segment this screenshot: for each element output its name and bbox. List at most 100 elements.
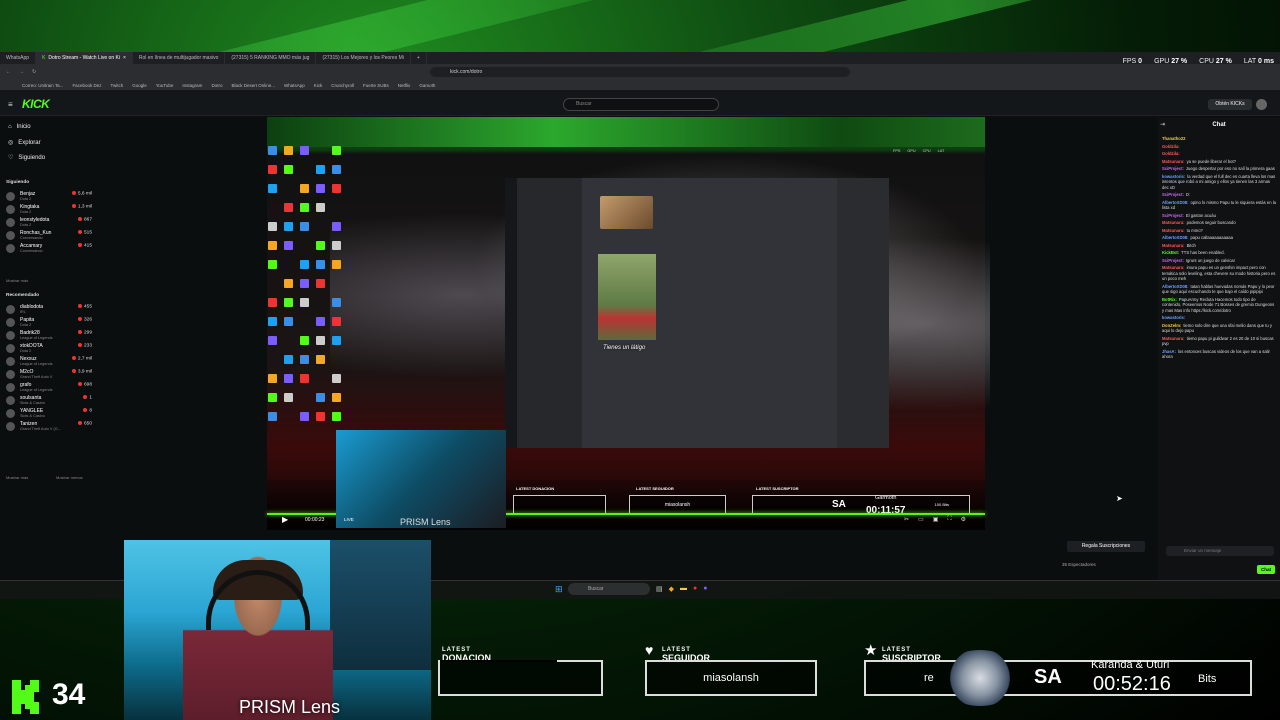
sidebar-item-siguiendo[interactable]: ♡ Siguiendo bbox=[8, 154, 45, 162]
app-icon[interactable]: ● bbox=[693, 585, 697, 593]
chat-username[interactable]: AlbertoXD08: bbox=[1162, 235, 1189, 240]
bookmark[interactable]: Black Desert Online... bbox=[231, 83, 275, 88]
chat-username[interactable]: Thanatho22 bbox=[1162, 136, 1186, 141]
reload-icon[interactable]: ↻ bbox=[32, 69, 36, 75]
channel-item[interactable]: M2cO Grand Theft Auto V 3,9 mil bbox=[6, 369, 92, 381]
bookmark[interactable]: Gamoth bbox=[419, 83, 435, 88]
task-view-icon[interactable]: ▤ bbox=[656, 585, 663, 593]
channel-item[interactable]: leonstyledota Dota 2 867 bbox=[6, 217, 92, 229]
sidebar-item-explorar[interactable]: ◎ Explorar bbox=[8, 139, 41, 147]
bookmark[interactable]: Correo: Unitrain Ta... bbox=[22, 83, 63, 88]
channel-game: Dota 2 bbox=[20, 349, 32, 353]
chat-username[interactable]: Matsunaru: bbox=[1162, 220, 1185, 225]
browser-tab[interactable]: WhatsApp bbox=[0, 52, 37, 64]
channel-item[interactable]: YANGLEE Slots & Casino 8 bbox=[6, 408, 92, 420]
browser-tab[interactable]: Rol en línea de multijugador masivo bbox=[133, 52, 226, 64]
inner-fps: FPS bbox=[893, 149, 901, 153]
show-less-link[interactable]: Mostrar menos bbox=[56, 475, 83, 480]
settings-icon[interactable]: ⚙ bbox=[961, 516, 966, 523]
channel-item[interactable]: Tanizen Grand Theft Auto V (G... 650 bbox=[6, 421, 92, 433]
kick-logo[interactable]: KICK bbox=[22, 97, 50, 111]
channel-item[interactable]: Kingtaka Dota 2 1,3 mil bbox=[6, 204, 92, 216]
sidebar-item-inicio[interactable]: ⌂ Inicio bbox=[8, 124, 31, 130]
channel-viewers: 455 bbox=[78, 304, 92, 309]
browser-tab-active[interactable]: K Dotro Stream - Watch Live on Ki × bbox=[36, 52, 133, 64]
pip-icon[interactable]: ▣ bbox=[933, 516, 939, 523]
avatar[interactable] bbox=[1256, 99, 1267, 110]
windows-start-icon[interactable]: ⊞ bbox=[555, 584, 563, 595]
bookmark[interactable]: Kick bbox=[314, 83, 323, 88]
close-icon[interactable]: × bbox=[123, 55, 126, 61]
bookmark[interactable]: Crunchyroll bbox=[331, 83, 354, 88]
desktop-icon bbox=[268, 260, 277, 269]
chat-input[interactable]: Enviar un mensaje bbox=[1166, 546, 1274, 556]
chat-username[interactable]: AlbertoXD08: bbox=[1162, 200, 1189, 205]
chat-username[interactable]: Goldzila: bbox=[1162, 144, 1180, 149]
bookmark[interactable]: Twitch bbox=[110, 83, 123, 88]
play-icon[interactable]: ▶ bbox=[282, 515, 288, 524]
search-input[interactable]: Buscar bbox=[563, 98, 719, 111]
bookmark[interactable]: Dotro bbox=[211, 83, 222, 88]
chat-username[interactable]: kowastoris: bbox=[1162, 174, 1185, 179]
channel-viewers: 515 bbox=[78, 230, 92, 235]
channel-item[interactable]: xtokDOTA Dota 2 233 bbox=[6, 343, 92, 355]
app-icon[interactable]: ● bbox=[703, 585, 707, 593]
bookmark[interactable]: Fuerte SUBs bbox=[363, 83, 389, 88]
channel-game: League of Legends bbox=[20, 388, 53, 392]
chat-username[interactable]: KickBot: bbox=[1162, 250, 1179, 255]
browser-tab[interactable]: (27315) 5 RANKING MMO más jug bbox=[225, 52, 317, 64]
show-more-link[interactable]: Mostrar más bbox=[6, 475, 28, 480]
channel-item[interactable]: grafo League of Legends 698 bbox=[6, 382, 92, 394]
chat-username[interactable]: Matsunaru: bbox=[1162, 336, 1185, 341]
chat-username[interactable]: SciProject: bbox=[1162, 166, 1184, 171]
brave-icon[interactable]: ◆ bbox=[669, 585, 674, 593]
chat-message: Matsunaru: podemos seguir buscando bbox=[1162, 220, 1276, 226]
chat-username[interactable]: Matsunaru: bbox=[1162, 159, 1185, 164]
bookmark[interactable]: Instagram bbox=[182, 83, 202, 88]
folder-icon[interactable]: ▬ bbox=[680, 585, 687, 593]
show-more-link[interactable]: Mostrar más bbox=[6, 278, 28, 283]
desktop-icon bbox=[284, 222, 293, 231]
chat-username[interactable]: BotRix: bbox=[1162, 297, 1177, 302]
bookmark[interactable]: Google bbox=[132, 83, 147, 88]
forward-icon[interactable]: → bbox=[19, 69, 24, 75]
channel-item[interactable]: diablodota IRL 455 bbox=[6, 304, 92, 316]
chat-username[interactable]: Matsunaru: bbox=[1162, 228, 1185, 233]
channel-item[interactable]: Nexxuz League of Legends 2,7 mil bbox=[6, 356, 92, 368]
chat-username[interactable]: Matsunaru: bbox=[1162, 265, 1185, 270]
bookmark[interactable]: WhatsApp bbox=[284, 83, 305, 88]
chat-username[interactable]: Goldzila: bbox=[1162, 151, 1180, 156]
chat-username[interactable]: SciProject: bbox=[1162, 192, 1184, 197]
clip-icon[interactable]: ✂ bbox=[904, 516, 909, 523]
channel-item[interactable]: Papita Dota 2 326 bbox=[6, 317, 92, 329]
fullscreen-icon[interactable]: ⛶ bbox=[947, 516, 951, 523]
address-bar[interactable]: kick.com/dotro bbox=[430, 67, 850, 77]
browser-tab[interactable]: (27315) Los Mejores y los Peores Mi bbox=[316, 52, 411, 64]
menu-icon[interactable]: ≡ bbox=[8, 100, 13, 109]
viewer-count: 35 Espectadores bbox=[1062, 562, 1096, 567]
back-icon[interactable]: ← bbox=[6, 69, 11, 75]
chat-username[interactable]: kowastoris: bbox=[1162, 315, 1185, 320]
chat-username[interactable]: JhasA: bbox=[1162, 349, 1176, 354]
chat-username[interactable]: DonZelm: bbox=[1162, 323, 1181, 328]
chat-send-button[interactable]: Chat bbox=[1257, 565, 1275, 574]
channel-item[interactable]: Benjaz Dota 2 5,6 mil bbox=[6, 191, 92, 203]
new-tab-button[interactable]: + bbox=[411, 52, 427, 64]
channel-item[interactable]: soulsanta Slots & Casino 1 bbox=[6, 395, 92, 407]
theater-icon[interactable]: ▭ bbox=[918, 516, 924, 523]
chat-text: Juego despertar por eso no salí la prime… bbox=[1185, 166, 1275, 171]
gift-subs-button[interactable]: Regala Suscripciones bbox=[1067, 541, 1145, 552]
chat-username[interactable]: Matsunaru: bbox=[1162, 243, 1185, 248]
chat-username[interactable]: SciProject: bbox=[1162, 258, 1184, 263]
channel-item[interactable]: Accamary Conversando 415 bbox=[6, 243, 92, 255]
bookmark[interactable]: YouTube bbox=[156, 83, 174, 88]
chat-username[interactable]: AlbertoXD08: bbox=[1162, 284, 1189, 289]
channel-item[interactable]: Ronchas_Kun Conversando 515 bbox=[6, 230, 92, 242]
bookmark[interactable]: Netflix bbox=[398, 83, 411, 88]
taskbar-search[interactable]: Buscar bbox=[568, 583, 650, 595]
bookmark[interactable]: Facebook Dez bbox=[72, 83, 101, 88]
obtain-kicks-button[interactable]: Obtén KICKs bbox=[1208, 99, 1252, 110]
channel-item[interactable]: Badrik28 League of Legends 299 bbox=[6, 330, 92, 342]
chat-username[interactable]: SciProject: bbox=[1162, 213, 1184, 218]
screen: WhatsApp K Dotro Stream - Watch Live on K… bbox=[0, 0, 1280, 720]
